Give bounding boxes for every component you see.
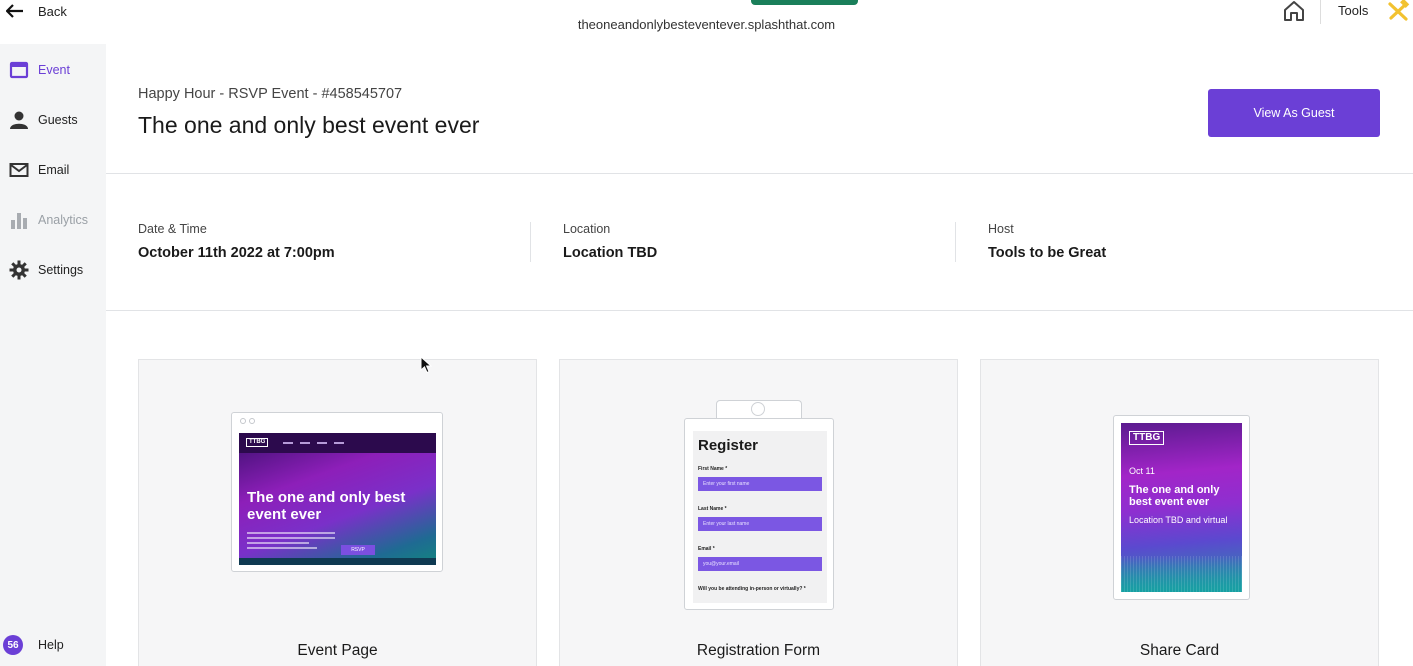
publish-tab[interactable] <box>751 0 858 5</box>
host-value[interactable]: Tools to be Great <box>988 245 1106 261</box>
share-card-location: Location TBD and virtual <box>1129 515 1228 525</box>
view-as-guest-button[interactable]: View As Guest <box>1208 89 1380 137</box>
form-question-label: Will you be attending in-person or virtu… <box>698 586 806 592</box>
event-page-screen: TTBG The one and only best event ever RS… <box>239 433 436 565</box>
form-field-label: Email * <box>698 546 715 552</box>
event-subtitle: Happy Hour - RSVP Event - #458545707 <box>138 86 403 102</box>
sidebar-item-label: Analytics <box>38 213 89 227</box>
gear-icon <box>0 260 38 280</box>
sidebar-item-analytics[interactable]: Analytics <box>0 205 106 235</box>
sidebar-item-label: Guests <box>38 113 78 127</box>
form-field-input: Enter your last name <box>698 517 822 531</box>
card-caption: Event Page <box>297 642 378 659</box>
details-divider <box>530 222 531 262</box>
registration-form-card[interactable]: Register First Name * Enter your first n… <box>559 359 958 666</box>
preview-headline: The one and only best event ever <box>247 489 406 523</box>
envelope-icon <box>0 162 38 178</box>
share-card-texture <box>1121 556 1242 592</box>
form-field-label: Last Name * <box>698 506 727 512</box>
form-field-input: you@your.email <box>698 557 822 571</box>
preview-nav-links <box>283 442 344 444</box>
help-count-badge: 56 <box>3 635 23 655</box>
preview-nav: TTBG <box>239 433 436 453</box>
clipboard-ring <box>751 402 765 416</box>
mouse-cursor-icon <box>420 356 432 374</box>
event-details: Date & Time October 11th 2022 at 7:00pm … <box>106 174 1413 311</box>
design-cards: TTBG The one and only best event ever RS… <box>106 311 1413 666</box>
form-paper: Register First Name * Enter your first n… <box>693 431 827 603</box>
ttbg-logo: TTBG <box>246 438 269 447</box>
tools-menu[interactable]: Tools <box>1338 3 1368 18</box>
calendar-icon <box>0 61 38 79</box>
sidebar-item-guests[interactable]: Guests <box>0 105 106 135</box>
preview-footer <box>239 558 436 565</box>
main-content: Happy Hour - RSVP Event - #458545707 The… <box>106 44 1413 666</box>
share-card-date: Oct 11 <box>1129 466 1155 476</box>
tools-icon[interactable] <box>1386 0 1410 22</box>
sidebar-item-event[interactable]: Event <box>0 55 106 85</box>
person-icon <box>0 111 38 129</box>
location-label: Location <box>563 222 611 236</box>
card-caption: Registration Form <box>696 642 821 659</box>
share-card-title: The one and only best event ever <box>1129 484 1220 508</box>
details-divider <box>955 222 956 262</box>
form-field-label: First Name * <box>698 466 728 472</box>
page-title: The one and only best event ever <box>138 112 480 138</box>
share-card-card[interactable]: TTBG Oct 11 The one and only best event … <box>980 359 1379 666</box>
home-icon <box>1284 1 1304 21</box>
form-heading: Register <box>698 437 759 454</box>
sidebar-item-label: Email <box>38 163 70 177</box>
top-bar: Back theoneandonlybesteventever.splashth… <box>0 0 1413 44</box>
help-label: Help <box>38 638 64 652</box>
share-card-art: TTBG Oct 11 The one and only best event … <box>1121 423 1242 592</box>
host-label: Host <box>988 222 1014 236</box>
date-time-value[interactable]: October 11th 2022 at 7:00pm <box>138 245 335 261</box>
sidebar-item-settings[interactable]: Settings <box>0 255 106 285</box>
sidebar: Event Guests Email Analytics Settings 56… <box>0 44 106 666</box>
sidebar-item-label: Event <box>38 63 70 77</box>
preview-body-text <box>247 532 335 552</box>
ttbg-logo: TTBG <box>1129 431 1165 445</box>
event-header: Happy Hour - RSVP Event - #458545707 The… <box>106 44 1413 174</box>
registration-form-preview: Register First Name * Enter your first n… <box>684 418 834 610</box>
share-card-preview: TTBG Oct 11 The one and only best event … <box>1113 415 1250 600</box>
card-caption: Share Card <box>1139 642 1220 659</box>
event-page-card[interactable]: TTBG The one and only best event ever RS… <box>138 359 537 666</box>
bar-chart-icon <box>0 211 38 229</box>
form-field-input: Enter your first name <box>698 477 822 491</box>
arrow-left-icon <box>6 4 23 18</box>
help-button[interactable]: 56 Help <box>0 630 106 660</box>
preview-rsvp-button: RSVP <box>341 545 375 555</box>
location-value[interactable]: Location TBD <box>563 245 657 261</box>
event-page-preview: TTBG The one and only best event ever RS… <box>231 412 443 572</box>
home-button[interactable] <box>1282 0 1306 22</box>
date-time-label: Date & Time <box>138 222 207 236</box>
sidebar-item-email[interactable]: Email <box>0 155 106 185</box>
event-url[interactable]: theoneandonlybesteventever.splashthat.co… <box>0 17 1413 32</box>
topbar-divider <box>1320 0 1321 24</box>
sidebar-item-label: Settings <box>38 263 84 277</box>
window-dots <box>240 418 255 424</box>
